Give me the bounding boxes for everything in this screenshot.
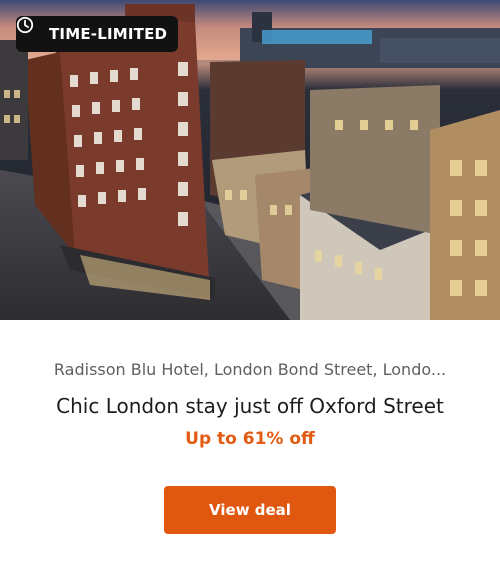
hotel-location: Radisson Blu Hotel, London Bond Street, … — [53, 360, 447, 379]
clock-icon — [16, 16, 44, 43]
view-deal-button[interactable]: View deal — [164, 486, 336, 534]
discount-label: Up to 61% off — [185, 429, 315, 449]
deal-title[interactable]: Chic London stay just off Oxford Street — [0, 394, 500, 418]
hero-image[interactable]: TIME-LIMITED — [0, 0, 500, 320]
time-limited-badge: TIME-LIMITED — [16, 16, 179, 52]
badge-label: TIME-LIMITED — [49, 25, 168, 43]
